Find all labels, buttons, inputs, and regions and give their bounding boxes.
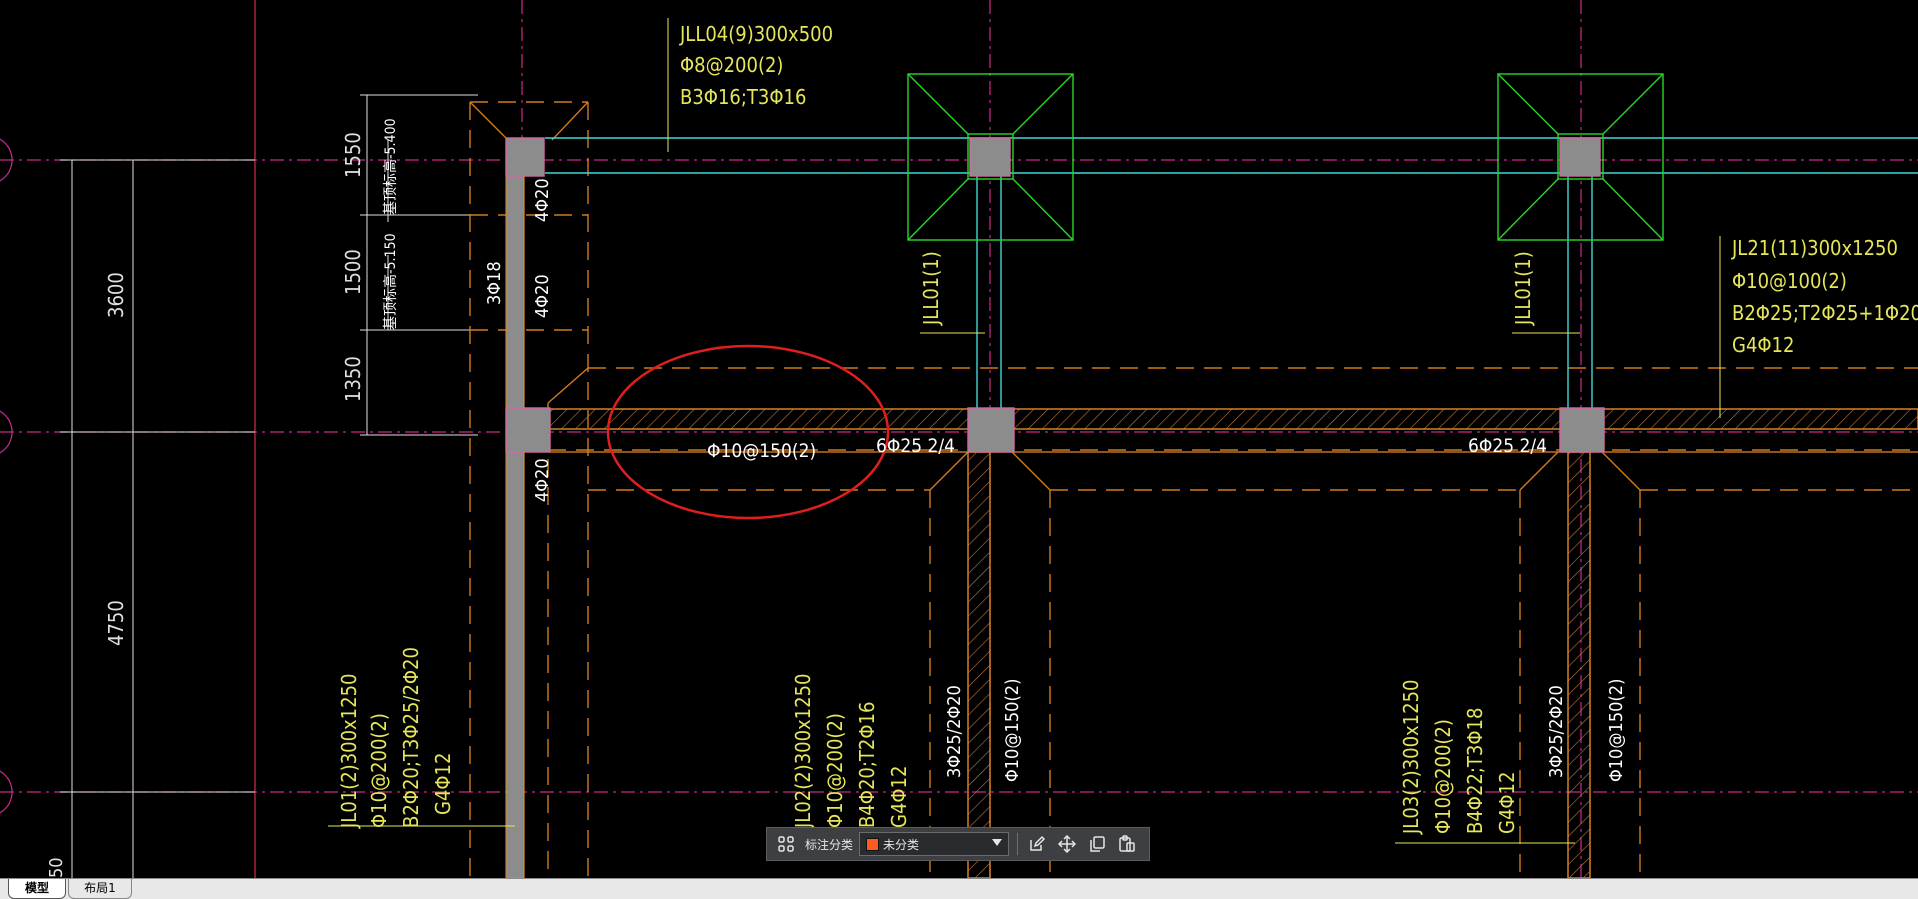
- label-jl02-line2: Φ10@200(2): [823, 713, 847, 828]
- layout-tab-bar: 模型 布局1: [0, 878, 1918, 899]
- category-label: 标注分类: [805, 837, 854, 852]
- cad-drawing-canvas[interactable]: JLL04(9)300x500 Φ8@200(2) B3Φ16;T3Φ16 JL…: [0, 0, 1918, 878]
- label-col-4phi20-b: 4Φ20: [532, 274, 553, 318]
- beam-vertical-2: [967, 451, 991, 878]
- category-dropdown[interactable]: 未分类: [859, 832, 1010, 856]
- dim-edge: 50: [46, 857, 67, 878]
- category-color-swatch: [866, 837, 880, 851]
- label-jll04-line3: B3Φ16;T3Φ16: [680, 85, 806, 109]
- annotation-toolbar: 标注分类 未分类: [766, 827, 1150, 861]
- label-stirrup-circled: Φ10@150(2): [707, 440, 816, 462]
- edit-icon[interactable]: [1026, 833, 1048, 855]
- label-vert-3phi25-a: 3Φ25/2Φ20: [944, 685, 965, 778]
- grid-icon[interactable]: [775, 833, 797, 855]
- dim-1500: 1500: [341, 249, 365, 295]
- label-jl01-line1: JL01(2)300x1250: [337, 674, 361, 829]
- label-vert-stirrup-b: Φ10@150(2): [1606, 679, 1627, 782]
- label-vert-stirrup-a: Φ10@150(2): [1002, 679, 1023, 782]
- label-col-4phi20-c: 4Φ20: [532, 458, 553, 502]
- label-jll01-a: JLL01(1): [919, 251, 943, 326]
- beam-vertical-3: [1567, 451, 1591, 878]
- move-icon[interactable]: [1056, 833, 1078, 855]
- label-jll04-line2: Φ8@200(2): [680, 53, 783, 77]
- label-jl03-line1: JL03(2)300x1250: [1399, 680, 1423, 835]
- chevron-down-icon: [992, 839, 1003, 846]
- label-jl02-line4: G4Φ12: [887, 766, 911, 828]
- dim-4750: 4750: [104, 600, 128, 646]
- top-beam-jll04: [545, 137, 1918, 410]
- label-vert-3phi25-b: 3Φ25/2Φ20: [1546, 685, 1567, 778]
- label-rebar-mid-a: 6Φ25 2/4: [876, 435, 955, 457]
- category-value: 未分类: [883, 837, 920, 852]
- label-elev-b: 基顶标高-5.150: [382, 233, 399, 330]
- columns: [505, 137, 1605, 453]
- dim-1350: 1350: [341, 356, 365, 402]
- label-jll04-line1: JLL04(9)300x500: [679, 22, 833, 46]
- label-jl03-line3: B4Φ22;T3Φ18: [1463, 708, 1487, 834]
- tab-layout1[interactable]: 布局1: [68, 879, 132, 899]
- label-elev-a: 基顶标高-5.400: [382, 118, 399, 215]
- label-jl21-line2: Φ10@100(2): [1732, 269, 1847, 293]
- label-rebar-mid-b: 6Φ25 2/4: [1468, 435, 1547, 457]
- label-jl21-line1: JL21(11)300x1250: [1731, 236, 1898, 260]
- axis-bubbles: [0, 138, 13, 814]
- label-jl03-line2: Φ10@200(2): [1431, 719, 1455, 834]
- copy-icon[interactable]: [1086, 833, 1108, 855]
- paste-icon[interactable]: [1116, 833, 1138, 855]
- label-jl21-line4: G4Φ12: [1732, 333, 1794, 357]
- dimension-labels: 1550 1500 1350 3600 4750 50: [46, 132, 365, 878]
- label-jl21-line3: B2Φ25;T2Φ25+1Φ20: [1732, 301, 1918, 325]
- tab-model[interactable]: 模型: [8, 879, 66, 899]
- label-jl02-line3: B4Φ20;T2Φ16: [855, 702, 879, 828]
- label-jl01-line3: B2Φ20;T3Φ25/2Φ20: [399, 647, 423, 828]
- label-jl02-line1: JL02(2)300x1250: [791, 674, 815, 829]
- hidden-lines: [469, 101, 1918, 878]
- dim-3600: 3600: [104, 272, 128, 318]
- beam-jl01: [505, 139, 525, 878]
- label-jl01-line2: Φ10@200(2): [367, 713, 391, 828]
- dim-1550: 1550: [341, 132, 365, 178]
- label-jl03-line4: G4Φ12: [1495, 772, 1519, 834]
- label-jl01-line4: G4Φ12: [431, 753, 455, 815]
- label-jll01-b: JLL01(1): [1511, 251, 1535, 326]
- label-col-3phi18: 3Φ18: [484, 261, 505, 305]
- toolbar-divider: [1017, 833, 1019, 855]
- label-col-4phi20-a: 4Φ20: [532, 178, 553, 222]
